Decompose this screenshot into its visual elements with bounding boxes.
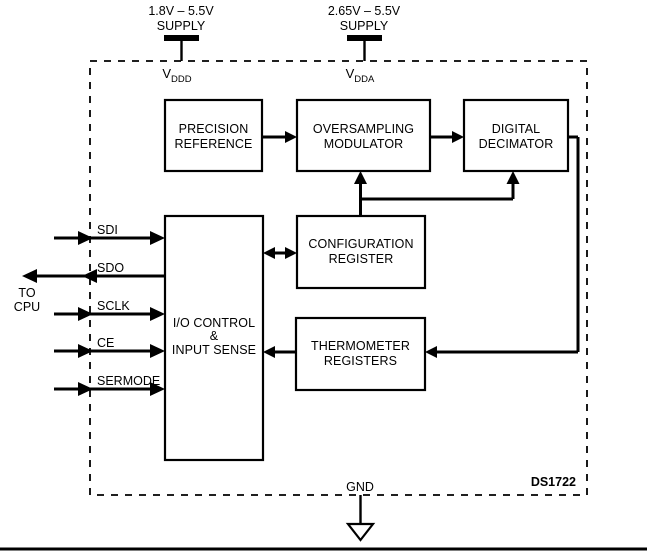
to-cpu-line1: TO: [18, 286, 35, 300]
thermometer-registers-label-line2: REGISTERS: [324, 354, 397, 368]
thermometer-registers-label-line1: THERMOMETER: [311, 339, 410, 353]
arrow-config-to-io: [263, 247, 275, 259]
block-digital-decimator: DIGITAL DECIMATOR: [462, 98, 570, 173]
gnd-symbol-icon: [345, 522, 376, 542]
vdda-rail-letter: V: [346, 66, 355, 81]
ground-group: GND: [345, 480, 376, 542]
block-precision-reference: PRECISION REFERENCE: [163, 98, 264, 173]
vddd-rail-label: VDDD: [162, 66, 191, 85]
vddd-rail-letter: V: [162, 66, 171, 81]
arrow-config-to-decimator: [506, 171, 520, 184]
pin-sdo-arrow-end: [22, 269, 37, 283]
to-cpu-line2: CPU: [14, 300, 40, 314]
configuration-register-label-line1: CONFIGURATION: [308, 237, 413, 251]
supply-vddd-group: 1.8V – 5.5V SUPPLY VDDD: [148, 4, 214, 85]
configuration-register-label-line2: REGISTER: [329, 252, 394, 266]
pin-ce-arrow-mid: [78, 344, 93, 358]
pin-sdi-arrow-end: [150, 231, 165, 245]
digital-decimator-label-line2: DECIMATOR: [479, 137, 554, 151]
pin-label-ce: CE: [97, 336, 114, 350]
ds1722-block-diagram: 1.8V – 5.5V SUPPLY VDDD 2.65V – 5.5V SUP…: [0, 4, 647, 551]
block-configuration-register: CONFIGURATION REGISTER: [295, 214, 427, 290]
arrow-thermometer-to-io: [263, 346, 275, 358]
precision-reference-label-line1: PRECISION: [179, 122, 249, 136]
oversampling-modulator-label-line1: OVERSAMPLING: [313, 122, 414, 136]
wire-io-control-config-register-bidir: [263, 247, 297, 259]
pin-label-sdo: SDO: [97, 261, 124, 275]
pin-ce-arrow-end: [150, 344, 165, 358]
arrow-reference-to-modulator: [285, 131, 297, 143]
io-control-label-line1: I/O CONTROL: [173, 316, 255, 330]
pin-sclk-group: SCLK: [54, 299, 165, 321]
digital-decimator-label-line1: DIGITAL: [492, 122, 540, 136]
wire-thermometer-to-io-control: [263, 346, 296, 358]
arrow-decimator-to-thermometer: [425, 346, 437, 358]
oversampling-modulator-label-line2: MODULATOR: [324, 137, 404, 151]
pin-sdi-group: SDI: [54, 223, 165, 245]
io-control-label-line3: INPUT SENSE: [172, 343, 256, 357]
vddd-rail-subscript: DDD: [171, 74, 192, 85]
gnd-label: GND: [346, 480, 374, 494]
vddd-supply-range: 1.8V – 5.5V: [148, 4, 214, 18]
block-io-control: I/O CONTROL & INPUT SENSE: [163, 214, 265, 462]
to-cpu-label-group: TO CPU: [14, 286, 40, 314]
pin-sdo-group: SDO: [22, 261, 165, 283]
pin-label-sermode: SERMODE: [97, 374, 160, 388]
pin-sclk-arrow-end: [150, 307, 165, 321]
vdda-rail-label: VDDA: [346, 66, 375, 85]
pin-label-sdi: SDI: [97, 223, 118, 237]
vdda-supply-word: SUPPLY: [340, 19, 389, 33]
part-number-label: DS1722: [531, 475, 576, 489]
pin-label-sclk: SCLK: [97, 299, 130, 313]
wire-modulator-to-decimator: [430, 131, 464, 143]
wire-reference-to-modulator: [262, 131, 297, 143]
arrow-modulator-to-decimator: [452, 131, 464, 143]
vdda-supply-range: 2.65V – 5.5V: [328, 4, 401, 18]
block-diagram-canvas: 1.8V – 5.5V SUPPLY VDDD 2.65V – 5.5V SUP…: [0, 0, 647, 551]
supply-vdda-group: 2.65V – 5.5V SUPPLY VDDA: [328, 4, 401, 85]
pin-sermode-group: SERMODE: [54, 374, 165, 396]
wire-config-feedback: [354, 171, 520, 216]
vddd-supply-word: SUPPLY: [157, 19, 206, 33]
io-control-label-line2: &: [210, 329, 219, 343]
block-oversampling-modulator: OVERSAMPLING MODULATOR: [295, 98, 432, 173]
arrow-config-to-modulator: [354, 171, 367, 184]
arrow-io-to-config: [285, 247, 297, 259]
precision-reference-label-line2: REFERENCE: [175, 137, 253, 151]
vdda-rail-subscript: DDA: [354, 74, 375, 85]
pin-ce-group: CE: [54, 336, 165, 358]
block-thermometer-registers: THERMOMETER REGISTERS: [294, 316, 427, 392]
